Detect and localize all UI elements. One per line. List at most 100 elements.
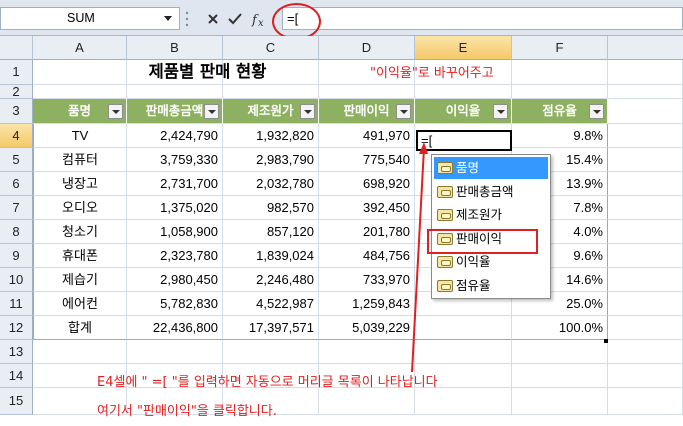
table-cell[interactable]: 휴대폰 <box>33 244 127 268</box>
row-header-6[interactable]: 6 <box>0 172 33 196</box>
enter-check-icon[interactable] <box>226 9 244 29</box>
table-cell[interactable]: 2,980,450 <box>127 268 223 292</box>
table-cell[interactable]: 2,246,480 <box>223 268 319 292</box>
table-cell[interactable]: 컴퓨터 <box>33 148 127 172</box>
table-cell[interactable]: 2,983,790 <box>223 148 319 172</box>
table-cell[interactable]: 2,032,780 <box>223 172 319 196</box>
row-header-2[interactable]: 2 <box>0 85 33 99</box>
autocomplete-item[interactable]: 판매총금액 <box>434 181 548 203</box>
select-all-corner[interactable] <box>0 36 33 60</box>
table-header-4[interactable]: 판매이익 <box>319 99 415 124</box>
formula-input[interactable]: =[ <box>282 7 683 30</box>
autocomplete-item[interactable]: 품명 <box>434 157 548 179</box>
col-header-g[interactable] <box>608 36 683 60</box>
filter-dropdown-icon[interactable] <box>108 104 123 119</box>
cell[interactable] <box>608 148 683 172</box>
row-header-10[interactable]: 10 <box>0 268 33 292</box>
cell[interactable] <box>608 124 683 148</box>
row-header-3[interactable]: 3 <box>0 99 33 124</box>
cell[interactable] <box>608 268 683 292</box>
table-cell[interactable]: 제습기 <box>33 268 127 292</box>
table-cell[interactable]: 1,839,024 <box>223 244 319 268</box>
table-cell[interactable]: 2,323,780 <box>127 244 223 268</box>
row-header-15[interactable]: 15 <box>0 388 33 415</box>
table-cell[interactable]: 오디오 <box>33 196 127 220</box>
cell[interactable] <box>608 292 683 316</box>
cell[interactable] <box>608 172 683 196</box>
table-cell[interactable]: 3,759,330 <box>127 148 223 172</box>
row-header-5[interactable]: 5 <box>0 148 33 172</box>
cell[interactable] <box>319 85 415 99</box>
filter-dropdown-icon[interactable] <box>204 104 219 119</box>
row-header-13[interactable]: 13 <box>0 340 33 364</box>
table-cell[interactable]: TV <box>33 124 127 148</box>
table-cell[interactable]: 냉장고 <box>33 172 127 196</box>
insert-function-icon[interactable]: f x <box>248 9 274 29</box>
name-box[interactable]: SUM <box>0 7 180 30</box>
cell[interactable] <box>608 364 683 388</box>
table-header-5[interactable]: 이익율 <box>415 99 512 124</box>
cell[interactable] <box>223 340 319 364</box>
col-header-e[interactable]: E <box>415 36 512 60</box>
cell[interactable] <box>512 85 608 99</box>
total-cell[interactable]: 22,436,800 <box>127 316 223 340</box>
cell[interactable] <box>415 388 512 415</box>
row-header-4[interactable]: 4 <box>0 124 33 148</box>
table-header-2[interactable]: 판매총금액 <box>127 99 223 124</box>
col-header-d[interactable]: D <box>319 36 415 60</box>
cell[interactable] <box>512 60 608 85</box>
cell[interactable] <box>127 85 223 99</box>
row-header-9[interactable]: 9 <box>0 244 33 268</box>
row-header-11[interactable]: 11 <box>0 292 33 316</box>
cell[interactable] <box>608 220 683 244</box>
table-cell[interactable]: 857,120 <box>223 220 319 244</box>
row-header-12[interactable]: 12 <box>0 316 33 340</box>
filter-dropdown-icon[interactable] <box>589 104 604 119</box>
cell[interactable] <box>608 316 683 340</box>
table-header-3[interactable]: 제조원가 <box>223 99 319 124</box>
cell[interactable] <box>512 388 608 415</box>
cell[interactable] <box>415 85 512 99</box>
table-header-6[interactable]: 점유율 <box>512 99 608 124</box>
cell[interactable] <box>608 60 683 85</box>
table-header-1[interactable]: 품명 <box>33 99 127 124</box>
cell[interactable] <box>608 99 683 124</box>
filter-dropdown-icon[interactable] <box>493 104 508 119</box>
cell[interactable] <box>127 340 223 364</box>
table-cell[interactable]: 2,424,790 <box>127 124 223 148</box>
cell[interactable] <box>608 340 683 364</box>
cell[interactable] <box>608 388 683 415</box>
cell[interactable] <box>319 388 415 415</box>
table-cell[interactable]: 982,570 <box>223 196 319 220</box>
cell[interactable] <box>223 85 319 99</box>
col-header-c[interactable]: C <box>223 36 319 60</box>
total-cell[interactable]: 합계 <box>33 316 127 340</box>
col-header-f[interactable]: F <box>512 36 608 60</box>
fill-handle[interactable] <box>604 339 608 343</box>
filter-dropdown-icon[interactable] <box>300 104 315 119</box>
autocomplete-item[interactable]: 점유율 <box>434 275 548 297</box>
cell[interactable] <box>512 340 608 364</box>
cell[interactable] <box>512 364 608 388</box>
total-cell[interactable]: 100.0% <box>512 316 608 340</box>
chevron-down-icon[interactable] <box>164 16 172 21</box>
filter-dropdown-icon[interactable] <box>396 104 411 119</box>
row-header-1[interactable]: 1 <box>0 60 33 85</box>
col-header-b[interactable]: B <box>127 36 223 60</box>
col-header-a[interactable]: A <box>33 36 127 60</box>
autocomplete-item[interactable]: 제조원가 <box>434 204 548 226</box>
row-header-14[interactable]: 14 <box>0 364 33 388</box>
autocomplete-item[interactable]: 이익율 <box>434 251 548 273</box>
cell[interactable] <box>608 244 683 268</box>
total-cell[interactable]: 17,397,571 <box>223 316 319 340</box>
table-cell[interactable]: 1,375,020 <box>127 196 223 220</box>
table-cell[interactable]: 9.8% <box>512 124 608 148</box>
table-cell[interactable]: 청소기 <box>33 220 127 244</box>
row-header-8[interactable]: 8 <box>0 220 33 244</box>
table-cell[interactable]: 1,932,820 <box>223 124 319 148</box>
cell[interactable] <box>608 196 683 220</box>
table-cell[interactable]: 1,058,900 <box>127 220 223 244</box>
table-cell[interactable]: 에어컨 <box>33 292 127 316</box>
cell[interactable] <box>608 85 683 99</box>
cancel-icon[interactable] <box>204 9 222 29</box>
